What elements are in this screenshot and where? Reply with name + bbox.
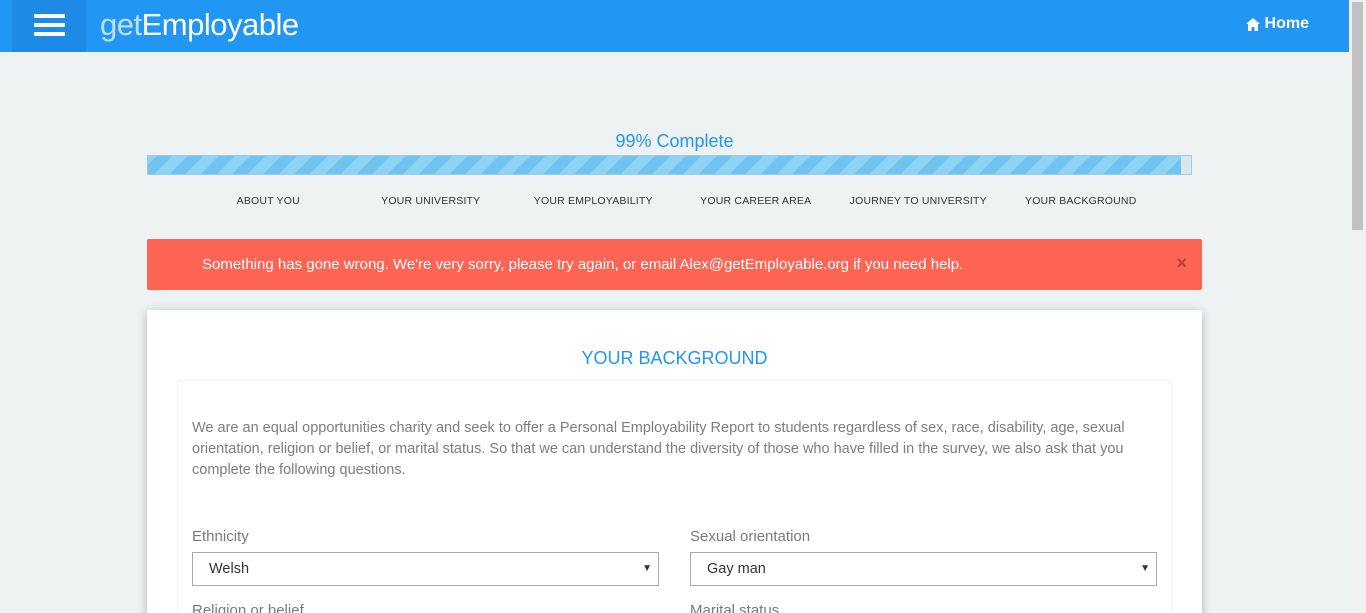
progress-label: 99% Complete xyxy=(615,131,734,151)
step-your-career-area[interactable]: YOUR CAREER AREA xyxy=(675,195,838,207)
sexual-orientation-value: Gay man xyxy=(707,561,766,577)
step-journey-to-university[interactable]: JOURNEY TO UNIVERSITY xyxy=(837,195,1000,207)
step-about-you[interactable]: ABOUT YOU xyxy=(187,195,350,207)
logo[interactable]: getEmployable xyxy=(100,7,299,43)
step-your-background[interactable]: YOUR BACKGROUND xyxy=(1000,195,1163,207)
error-alert: Something has gone wrong. We're very sor… xyxy=(147,239,1202,290)
home-icon xyxy=(1245,17,1260,31)
background-form-card: YOUR BACKGROUND We are an equal opportun… xyxy=(147,310,1202,613)
intro-text: We are an equal opportunities charity an… xyxy=(192,420,1125,478)
menu-bar-icon xyxy=(34,23,65,27)
alert-message: Something has gone wrong. We're very sor… xyxy=(202,256,964,273)
menu-bar-icon xyxy=(34,14,65,18)
dropdown-arrow-icon: ▼ xyxy=(1140,563,1150,574)
hamburger-menu-button[interactable] xyxy=(12,0,86,52)
close-icon[interactable]: × xyxy=(1176,254,1187,272)
religion-label: Religion or belief xyxy=(192,602,304,613)
home-label: Home xyxy=(1264,15,1309,32)
step-navigation: ABOUT YOU YOUR UNIVERSITY YOUR EMPLOYABI… xyxy=(187,195,1162,207)
section-title: YOUR BACKGROUND xyxy=(581,348,768,368)
sexual-orientation-select[interactable]: Gay man ▼ xyxy=(690,552,1157,586)
step-your-university[interactable]: YOUR UNIVERSITY xyxy=(350,195,513,207)
ethnicity-label: Ethnicity xyxy=(192,528,249,545)
home-link[interactable]: Home xyxy=(1245,15,1309,33)
logo-prefix: get xyxy=(100,7,142,42)
dropdown-arrow-icon: ▼ xyxy=(642,563,652,574)
ethnicity-value: Welsh xyxy=(209,561,250,577)
page-scrollbar[interactable] xyxy=(1349,0,1366,613)
progress-bar xyxy=(147,155,1192,175)
logo-main: Employable xyxy=(141,7,299,42)
sexual-orientation-label: Sexual orientation xyxy=(690,528,811,545)
ethnicity-select[interactable]: Welsh ▼ xyxy=(192,552,659,586)
scrollbar-thumb[interactable] xyxy=(1352,2,1363,230)
marital-status-label: Marital status xyxy=(690,602,780,613)
top-navbar: getEmployable Home xyxy=(0,0,1349,52)
step-your-employability[interactable]: YOUR EMPLOYABILITY xyxy=(512,195,675,207)
progress-fill xyxy=(148,156,1181,174)
menu-bar-icon xyxy=(34,32,65,36)
